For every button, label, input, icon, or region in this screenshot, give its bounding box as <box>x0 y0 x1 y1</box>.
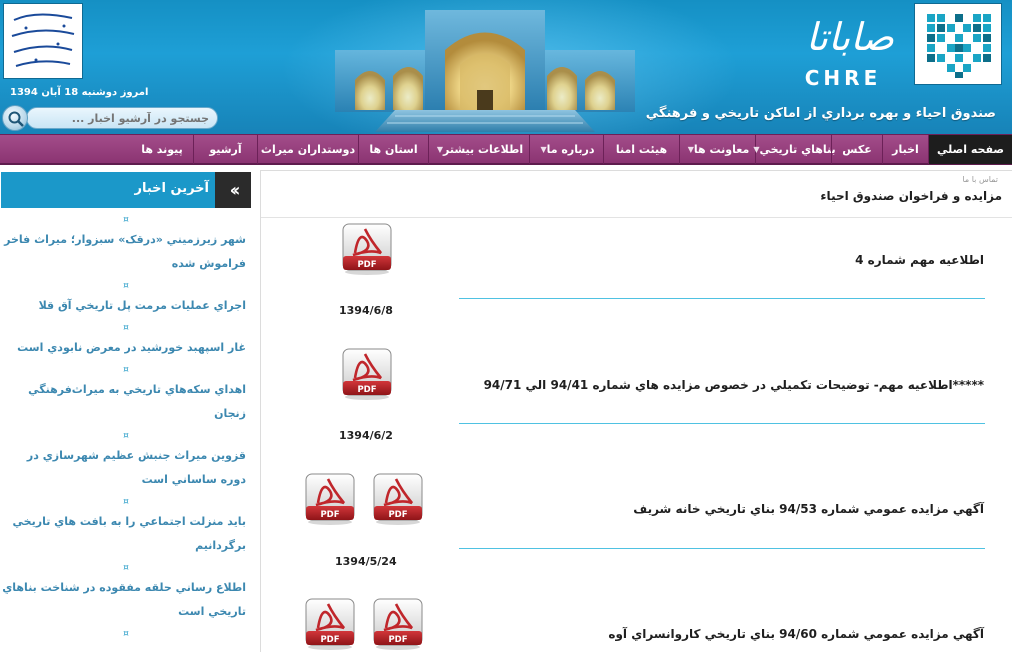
nav-deputies[interactable]: معاونت ها ▼ <box>679 135 755 164</box>
announcement-date: 1394/6/8 <box>339 304 393 317</box>
news-search-input[interactable] <box>26 107 218 129</box>
chevron-down-icon: ▼ <box>687 145 694 154</box>
nav-news[interactable]: اخبار <box>882 135 928 164</box>
site-header: صاباتا CHRE صندوق احياء و بهره برداري از… <box>0 0 1012 134</box>
announcement-date: 1394/5/24 <box>335 555 397 568</box>
pdf-icon[interactable] <box>304 598 356 650</box>
page-title: مزايده و فراخوان صندوق احياء <box>820 189 1002 203</box>
pdf-icon[interactable] <box>341 223 393 275</box>
nav-label: هيئت امنا <box>615 143 668 156</box>
chre-logo-grid-icon <box>927 14 991 78</box>
nav-label: اخبار <box>892 143 919 156</box>
announcement-date: 1394/6/2 <box>339 429 393 442</box>
announcement-title[interactable]: آگهي مزايده عمومي شماره 94/60 بناي تاريخ… <box>608 627 984 641</box>
sidebar-news-link[interactable]: شهر زيرزميني «درقک» سبزوار؛ ميراث فاخر ف… <box>0 228 246 276</box>
site-tagline: صندوق احياء و بهره برداري از اماكن تاريخ… <box>645 106 996 121</box>
pdf-icon[interactable] <box>304 473 356 525</box>
divider <box>459 548 985 549</box>
search-button[interactable] <box>2 105 28 131</box>
nav-more-info[interactable]: اطلاعات بيشتر ▼ <box>428 135 529 164</box>
chre-logo[interactable] <box>914 3 1002 85</box>
brand-latin: CHRE <box>804 66 882 90</box>
chevron-down-icon: ▼ <box>753 145 760 154</box>
nav-home[interactable]: صفحه اصلي <box>928 135 1012 164</box>
chevron-down-icon: ▼ <box>540 145 547 154</box>
nav-links[interactable]: پيوند ها <box>131 135 193 164</box>
breadcrumb[interactable]: تماس با ما <box>962 175 998 184</box>
search-icon <box>8 111 24 127</box>
nav-photos[interactable]: عكس <box>831 135 882 164</box>
sidebar-header: آخرين اخبار <box>1 172 251 208</box>
nav-label: استان ها <box>369 143 418 156</box>
list-bullet: ¤ <box>123 431 129 441</box>
nav-label: صفحه اصلي <box>937 143 1004 156</box>
pdf-icon[interactable] <box>372 473 424 525</box>
nav-archive[interactable]: آرشيو <box>193 135 257 164</box>
nav-about[interactable]: درباره ما ▼ <box>529 135 603 164</box>
nav-historic-buildings[interactable]: بناهاي تاريخي ▼ <box>753 135 836 164</box>
list-bullet: ¤ <box>123 497 129 507</box>
main-content: تماس با ما مزايده و فراخوان صندوق احياء … <box>260 170 1012 652</box>
org-calligraphy-logo <box>11 13 75 67</box>
nav-heritage-friends[interactable]: دوستداران ميراث <box>257 135 358 164</box>
list-bullet: ¤ <box>123 215 129 225</box>
nav-label: درباره ما <box>546 143 595 156</box>
nav-label: اطلاعات بيشتر <box>443 143 524 156</box>
list-bullet: ¤ <box>123 563 129 573</box>
divider <box>261 217 1012 218</box>
sidebar-news-link[interactable]: غار اسپهبد خورشيد در معرض نابودي است <box>0 336 246 360</box>
double-chevron-left-icon[interactable]: ‹‹ <box>215 172 251 208</box>
divider <box>459 298 985 299</box>
brand-script-logo: صاباتا <box>806 15 895 59</box>
chevron-down-icon: ▼ <box>436 145 443 154</box>
nav-provinces[interactable]: استان ها <box>358 135 428 164</box>
historic-building-illustration <box>335 10 635 132</box>
nav-label: دوستداران ميراث <box>260 143 356 156</box>
nav-label: عكس <box>842 143 872 156</box>
announcement-title[interactable]: *****اطلاعيه مهم- توضيحات تكميلي در خصوص… <box>484 378 984 392</box>
today-date: امروز دوشنبه 18 آبان 1394 <box>10 87 149 98</box>
announcement-title[interactable]: آگهي مزايده عمومي شماره 94/53 بناي تاريخ… <box>633 502 984 516</box>
list-bullet: ¤ <box>123 323 129 333</box>
nav-label: معاونت ها <box>693 143 750 156</box>
list-bullet: ¤ <box>123 365 129 375</box>
pdf-icon[interactable] <box>341 348 393 400</box>
org-logo[interactable] <box>3 3 83 79</box>
list-bullet: ¤ <box>123 281 129 291</box>
main-nav: صفحه اصلي اخبار عكس بناهاي تاريخي ▼ معاون… <box>0 134 1012 165</box>
sidebar-news-link[interactable]: اهداي سکه‌هاي تاريخي به ميراث‌فرهنگي زنج… <box>0 378 246 426</box>
pdf-icon[interactable] <box>372 598 424 650</box>
announcement-title[interactable]: اطلاعيه مهم شماره 4 <box>855 253 984 267</box>
sidebar-title: آخرين اخبار <box>134 181 209 196</box>
sidebar-news-link[interactable]: اطلاع رساني حلقه مفقوده در شناخت بناهاي … <box>0 576 246 624</box>
sidebar-news-link[interactable]: اجراي عمليات مرمت پل تاريخي آق قلا <box>0 294 246 318</box>
nav-label: بناهاي تاريخي <box>759 143 836 156</box>
brand-script-text: صاباتا <box>806 15 895 59</box>
sidebar-news-link[interactable]: بايد منزلت اجتماعي را به بافت هاي تاريخي… <box>0 510 246 558</box>
nav-board[interactable]: هيئت امنا <box>603 135 679 164</box>
list-bullet: ¤ <box>123 629 129 639</box>
sidebar-news-list: ¤ شهر زيرزميني «درقک» سبزوار؛ ميراث فاخر… <box>0 212 252 642</box>
nav-label: پيوند ها <box>141 143 183 156</box>
nav-label: آرشيو <box>209 143 242 156</box>
divider <box>459 423 985 424</box>
news-search <box>2 105 218 131</box>
sidebar-news-link[interactable]: قزوين ميراث جنبش عظيم شهرسازي در دوره سا… <box>0 444 246 492</box>
latest-news-sidebar: آخرين اخبار ‹‹ ¤ شهر زيرزميني «درقک» سبز… <box>0 172 252 652</box>
